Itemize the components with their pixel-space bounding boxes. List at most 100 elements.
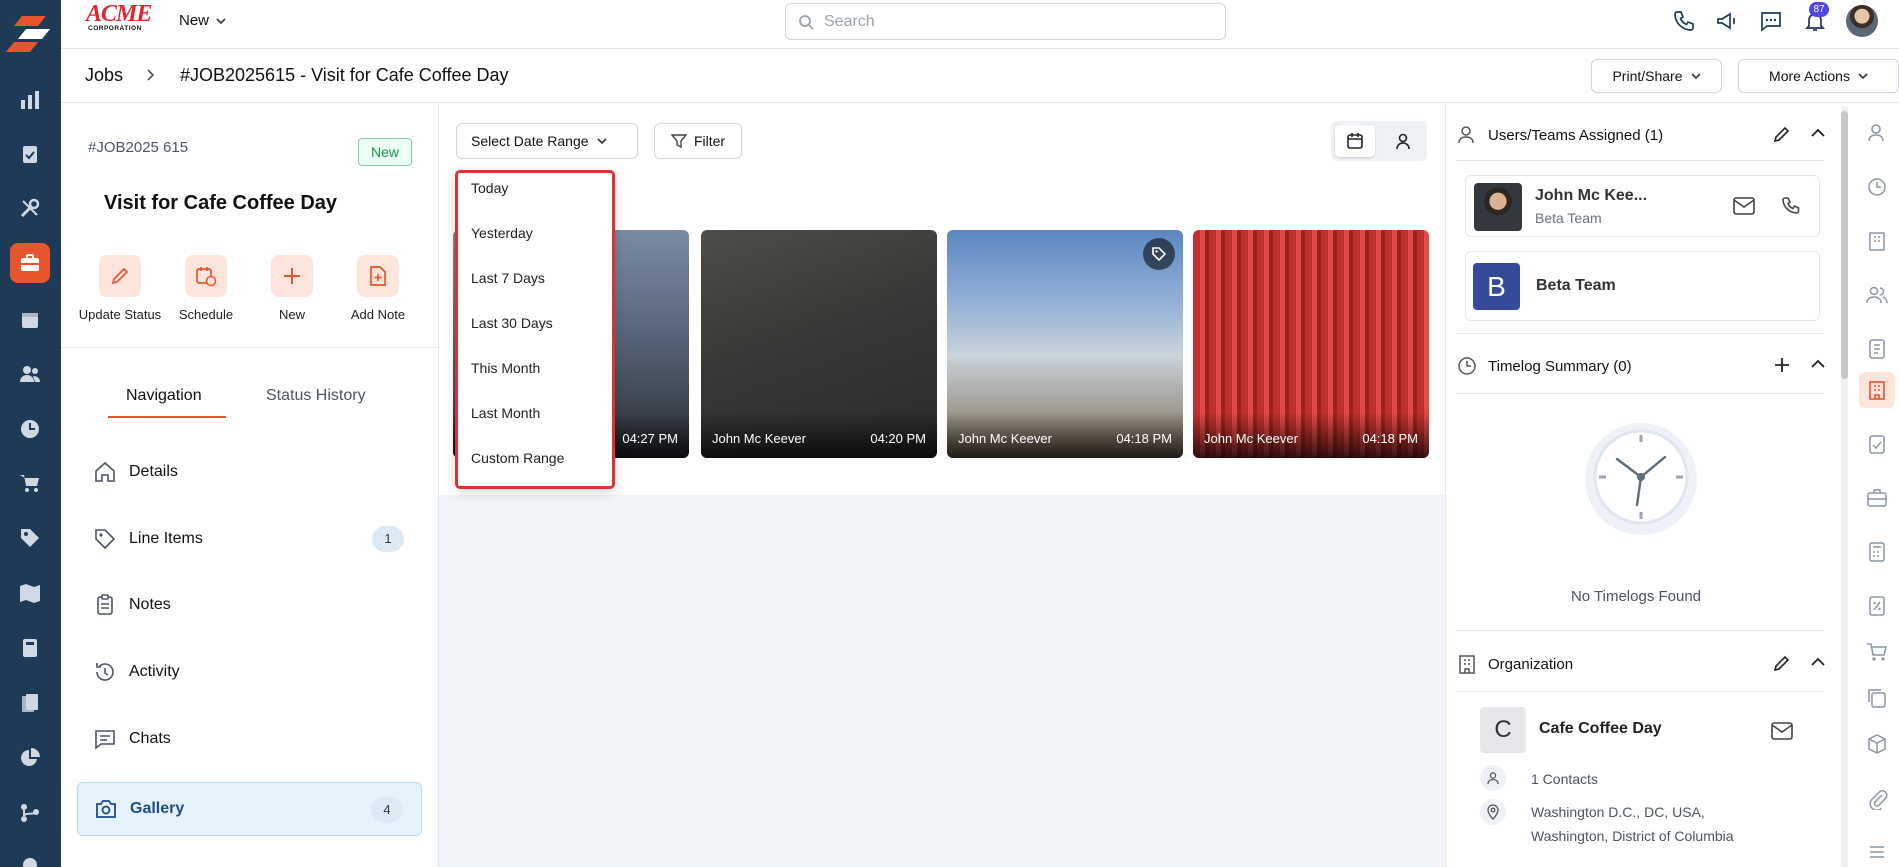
cart-icon[interactable] bbox=[1866, 641, 1888, 663]
clock-icon[interactable] bbox=[1866, 176, 1888, 198]
clock-icon bbox=[1458, 357, 1476, 375]
photo-author: John Mc Keever bbox=[712, 431, 806, 446]
new-button[interactable]: New bbox=[247, 255, 337, 322]
select-date-range-dropdown[interactable]: Select Date Range bbox=[456, 123, 638, 159]
dashboard-icon[interactable] bbox=[10, 80, 50, 120]
documents-icon[interactable] bbox=[10, 683, 50, 723]
paperclip-icon[interactable] bbox=[1866, 788, 1888, 810]
nav-item-notes[interactable]: Notes bbox=[77, 578, 422, 632]
nav-item-chats[interactable]: Chats bbox=[77, 712, 422, 766]
building-icon[interactable] bbox=[1866, 230, 1888, 252]
chevron-up-icon[interactable] bbox=[1811, 359, 1825, 369]
assigned-team-name: Beta Team bbox=[1536, 277, 1616, 294]
user-avatar[interactable] bbox=[1846, 5, 1878, 37]
calculator-icon[interactable] bbox=[1866, 541, 1888, 563]
location-icon bbox=[1480, 799, 1506, 825]
date-range-option-last-7-days[interactable]: Last 7 Days bbox=[471, 270, 545, 286]
filter-label: Filter bbox=[693, 133, 726, 149]
breadcrumb-jobs-link[interactable]: Jobs bbox=[85, 65, 123, 86]
briefcase-icon[interactable] bbox=[1866, 487, 1888, 509]
tag-icon[interactable] bbox=[1143, 238, 1175, 270]
add-icon[interactable] bbox=[1772, 355, 1792, 375]
date-range-option-yesterday[interactable]: Yesterday bbox=[471, 225, 533, 241]
tag-icon[interactable] bbox=[10, 518, 50, 558]
chevron-up-icon[interactable] bbox=[1811, 128, 1825, 138]
new-menu-button[interactable]: New bbox=[179, 12, 226, 29]
add-note-button[interactable]: Add Note bbox=[333, 255, 423, 322]
gallery-photo[interactable]: John Mc Keever 04:20 PM bbox=[701, 230, 937, 458]
date-range-option-this-month[interactable]: This Month bbox=[471, 360, 540, 376]
users-icon[interactable] bbox=[1866, 284, 1888, 306]
megaphone-icon[interactable] bbox=[1715, 9, 1739, 33]
map-icon[interactable] bbox=[10, 573, 50, 613]
more-actions-button[interactable]: More Actions bbox=[1738, 59, 1899, 93]
nav-item-gallery[interactable]: Gallery 4 bbox=[77, 782, 422, 836]
clipboard-check-icon[interactable] bbox=[1866, 433, 1888, 455]
user-icon[interactable] bbox=[1866, 122, 1888, 144]
cart-icon[interactable] bbox=[10, 463, 50, 503]
divider bbox=[1456, 691, 1824, 692]
tab-status-history[interactable]: Status History bbox=[266, 387, 366, 405]
users-icon[interactable] bbox=[10, 354, 50, 394]
date-range-option-custom-range[interactable]: Custom Range bbox=[471, 450, 564, 466]
assigned-user-card[interactable]: John Mc Kee... Beta Team bbox=[1465, 175, 1820, 237]
tools-icon[interactable] bbox=[10, 188, 50, 228]
jobs-briefcase-icon[interactable] bbox=[10, 243, 50, 283]
filter-icon bbox=[670, 134, 687, 149]
edit-icon[interactable] bbox=[1772, 653, 1792, 673]
gallery-photo[interactable]: John Mc Keever 04:18 PM bbox=[1193, 230, 1429, 458]
mail-icon[interactable] bbox=[1771, 722, 1793, 740]
clipboard-check-icon[interactable] bbox=[10, 134, 50, 174]
nav-item-activity[interactable]: Activity bbox=[77, 645, 422, 699]
nav-item-line-items[interactable]: Line Items 1 bbox=[77, 512, 422, 566]
search-input[interactable]: Search bbox=[785, 3, 1226, 40]
print-share-button[interactable]: Print/Share bbox=[1591, 59, 1722, 93]
calendar-view-icon[interactable] bbox=[1335, 125, 1375, 157]
box-icon[interactable] bbox=[1866, 733, 1888, 755]
timelog-title: Timelog Summary (0) bbox=[1488, 357, 1632, 375]
pie-chart-icon[interactable] bbox=[10, 738, 50, 778]
nav-item-label: Gallery bbox=[130, 800, 185, 817]
chevron-up-icon[interactable] bbox=[1811, 657, 1825, 667]
empty-clock-icon bbox=[1583, 421, 1699, 537]
mail-icon[interactable] bbox=[1733, 197, 1755, 215]
chevron-down-icon bbox=[1690, 73, 1701, 79]
calendar-icon[interactable] bbox=[10, 300, 50, 340]
organization-icon[interactable] bbox=[1866, 379, 1888, 401]
tab-navigation[interactable]: Navigation bbox=[126, 387, 202, 405]
calculator-icon[interactable] bbox=[10, 628, 50, 668]
user-icon bbox=[1458, 126, 1474, 144]
organization-header: Organization bbox=[1456, 644, 1826, 684]
update-status-button[interactable]: Update Status bbox=[75, 255, 165, 322]
list-icon[interactable] bbox=[1866, 841, 1888, 863]
date-range-option-today[interactable]: Today bbox=[471, 180, 508, 196]
date-range-option-last-month[interactable]: Last Month bbox=[471, 405, 540, 421]
assigned-team-card[interactable]: B Beta Team bbox=[1465, 251, 1820, 321]
copy-icon[interactable] bbox=[1866, 687, 1888, 709]
settings-icon[interactable] bbox=[10, 845, 50, 867]
update-status-label: Update Status bbox=[78, 307, 162, 322]
nav-item-details[interactable]: Details bbox=[77, 445, 422, 499]
user-view-icon[interactable] bbox=[1383, 125, 1423, 157]
clock-icon[interactable] bbox=[10, 409, 50, 449]
percent-doc-icon[interactable] bbox=[1866, 595, 1888, 617]
breadcrumb: Jobs #JOB2025615 - Visit for Cafe Coffee… bbox=[61, 49, 1899, 103]
organization-name[interactable]: Cafe Coffee Day bbox=[1539, 720, 1662, 738]
workflow-icon[interactable] bbox=[10, 793, 50, 833]
phone-icon[interactable] bbox=[1781, 196, 1801, 216]
nav-item-label: Line Items bbox=[129, 530, 203, 547]
edit-icon[interactable] bbox=[1772, 124, 1792, 144]
filter-button[interactable]: Filter bbox=[654, 123, 742, 159]
scrollbar-thumb[interactable] bbox=[1841, 111, 1848, 379]
phone-icon[interactable] bbox=[1672, 9, 1696, 33]
organization-title: Organization bbox=[1488, 655, 1574, 673]
app-logo-icon[interactable] bbox=[6, 10, 52, 56]
divider bbox=[1456, 333, 1824, 334]
contacts-count[interactable]: 1 Contacts bbox=[1531, 771, 1598, 787]
chat-icon[interactable] bbox=[1759, 9, 1783, 33]
date-range-option-last-30-days[interactable]: Last 30 Days bbox=[471, 315, 553, 331]
receipt-icon[interactable] bbox=[1866, 338, 1888, 360]
gallery-photo[interactable]: John Mc Keever 04:18 PM bbox=[947, 230, 1183, 458]
schedule-button[interactable]: Schedule bbox=[161, 255, 251, 322]
nav-item-label: Details bbox=[129, 463, 178, 480]
